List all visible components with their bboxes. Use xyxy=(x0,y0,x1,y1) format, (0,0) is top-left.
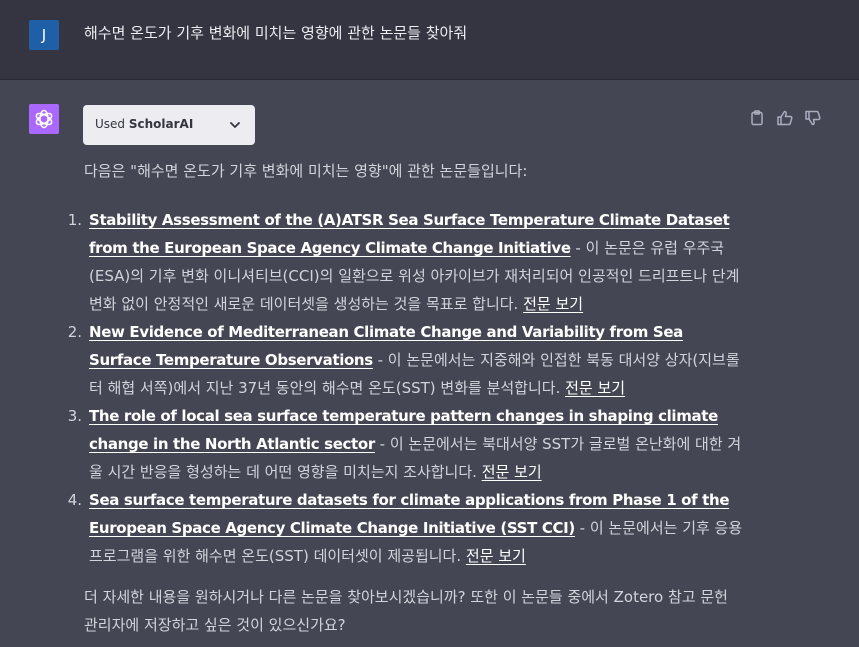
response-intro: 다음은 "해수면 온도가 기후 변화에 미치는 영향"에 관한 논문들입니다: xyxy=(84,162,528,180)
user-avatar: J xyxy=(29,20,59,50)
clipboard-icon[interactable] xyxy=(748,109,768,127)
openai-logo-icon xyxy=(35,109,53,129)
plugin-name: ScholarAI xyxy=(128,117,194,131)
full-text-link[interactable]: 전문 보기 xyxy=(523,295,583,313)
full-text-link[interactable]: 전문 보기 xyxy=(565,379,625,397)
paper-list: 1. Stability Assessment of the (A)ATSR Se… xyxy=(68,206,744,570)
list-number: 3. xyxy=(67,407,82,425)
plugin-used-label: Used ScholarAI xyxy=(95,117,193,131)
chevron-down-icon[interactable] xyxy=(228,118,242,135)
list-number: 4. xyxy=(67,491,82,509)
list-number: 1. xyxy=(67,211,82,229)
response-outro: 더 자세한 내용을 원하시거나 다른 논문을 찾아보시겠습니까? 또한 이 논문… xyxy=(84,588,728,634)
list-item: 1. Stability Assessment of the (A)ATSR Se… xyxy=(68,206,744,318)
thumbs-up-icon[interactable] xyxy=(776,109,796,127)
message-actions xyxy=(748,109,824,127)
plugin-used-chip[interactable]: Used ScholarAI xyxy=(83,105,255,145)
plugin-used-prefix: Used xyxy=(95,117,126,131)
list-number: 2. xyxy=(67,323,82,341)
thumbs-down-icon[interactable] xyxy=(804,109,824,127)
user-message-text: 해수면 온도가 기후 변화에 미치는 영향에 관한 논문들 찾아줘 xyxy=(84,24,468,42)
user-message-row: J 해수면 온도가 기후 변화에 미치는 영향에 관한 논문들 찾아줘 xyxy=(0,0,859,80)
full-text-link[interactable]: 전문 보기 xyxy=(466,547,526,565)
list-item: 3. The role of local sea surface temperat… xyxy=(68,402,744,486)
assistant-message-row: Used ScholarAI 다음은 "해수면 온도가 기후 변화에 미치는 영… xyxy=(0,80,859,647)
list-item: 4. Sea surface temperature datasets for c… xyxy=(68,486,744,570)
list-item: 2. New Evidence of Mediterranean Climate … xyxy=(68,318,744,402)
full-text-link[interactable]: 전문 보기 xyxy=(482,463,542,481)
assistant-avatar xyxy=(29,104,59,134)
